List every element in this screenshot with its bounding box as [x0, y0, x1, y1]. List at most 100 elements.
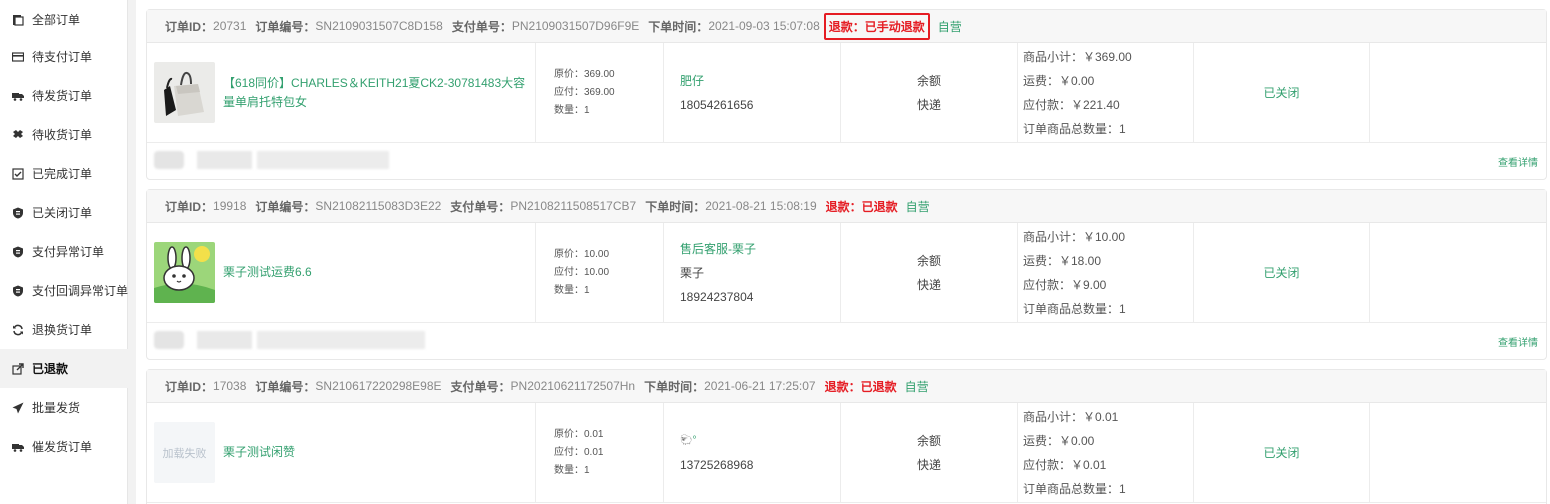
original-price: 原价：10.00 [554, 248, 610, 260]
ship-method: 快递 [916, 457, 941, 472]
sidebar-item-label: 已关闭订单 [32, 206, 93, 220]
sidebar-item-completed[interactable]: 已完成订单 [0, 154, 128, 193]
view-detail-link[interactable]: 查看详情 [1498, 154, 1538, 169]
sidebar-item-label: 已退款 [32, 362, 69, 376]
sidebar-item-pending-receipt[interactable]: 待收货订单 [0, 115, 128, 154]
order-id: 20731 [213, 19, 247, 33]
action-cell [1370, 223, 1546, 322]
status-cell: 已关闭 [1194, 403, 1370, 502]
order-no-label: 订单编号： [255, 19, 316, 34]
status-cell: 已关闭 [1194, 223, 1370, 322]
order-card: 订单ID： 20731 订单编号： SN2109031507C8D158 支付单… [146, 9, 1547, 180]
order-footer: 查看详情 [147, 143, 1546, 179]
card-icon [12, 51, 24, 63]
sidebar-item-pending-shipment[interactable]: 待发货订单 [0, 76, 128, 115]
amount-payable: 应付款：￥9.00 [1023, 277, 1107, 292]
payable-price: 应付：10.00 [554, 266, 610, 278]
sidebar-item-closed[interactable]: 已关闭订单 [0, 193, 128, 232]
order-no-label: 订单编号： [255, 199, 316, 214]
order-no: SN210617220298E98E [315, 379, 442, 393]
product-name-link[interactable]: 栗子测试闲赞 [223, 443, 533, 462]
sidebar-item-payment-exception[interactable]: 支付异常订单 [0, 232, 128, 271]
subtotal: 商品小计：￥369.00 [1023, 49, 1132, 64]
pay-method: 余额 [916, 73, 941, 88]
redacted-block [257, 151, 389, 169]
order-status: 已关闭 [1263, 446, 1300, 460]
product-cell: 加载失败 栗子测试闲赞 [147, 403, 536, 502]
order-no: SN2109031507C8D158 [315, 19, 443, 33]
product-name-link[interactable]: 【618同价】CHARLES＆KEITH21夏CK2-30781483大容量单肩… [223, 74, 533, 112]
order-body: 加载失败 栗子测试闲赞 原价：0.01 应付：0.01 数量：1 🐑° 1372… [147, 403, 1546, 503]
sidebar-item-refunded[interactable]: 已退款 [0, 349, 128, 388]
product-image-failed[interactable]: 加载失败 [154, 422, 215, 483]
sidebar-item-returns[interactable]: 退换货订单 [0, 310, 128, 349]
order-status: 已关闭 [1263, 266, 1300, 280]
view-detail-link[interactable]: 查看详情 [1498, 334, 1538, 349]
buyer-name-link[interactable]: 肥仔 [680, 69, 840, 93]
product-cell: 栗子测试运费6.6 [147, 223, 536, 322]
buyer-phone: 18924237804 [680, 289, 754, 304]
buyer-cell: 肥仔 18054261656 [664, 43, 841, 142]
order-id: 19918 [213, 199, 247, 213]
pay-method: 余额 [916, 253, 941, 268]
product-image[interactable] [154, 62, 215, 123]
redacted-block [197, 151, 252, 169]
order-time: 2021-06-21 17:25:07 [704, 379, 816, 393]
box-icon [12, 129, 24, 141]
status-cell: 已关闭 [1194, 43, 1370, 142]
redacted-block [257, 331, 425, 349]
freight: 运费：￥18.00 [1023, 253, 1102, 268]
subtotal: 商品小计：￥0.01 [1023, 409, 1119, 424]
buyer-phone: 13725268968 [680, 457, 754, 472]
amount-payable: 应付款：￥0.01 [1023, 457, 1107, 472]
order-card: 订单ID： 17038 订单编号： SN210617220298E98E 支付单… [146, 369, 1547, 504]
sidebar-item-label: 待发货订单 [32, 89, 93, 103]
buyer-cell: 售后客服-栗子 栗子 18924237804 [664, 223, 841, 322]
order-header: 订单ID： 17038 订单编号： SN210617220298E98E 支付单… [147, 370, 1546, 403]
buyer-nickname: 栗子 [680, 265, 705, 280]
order-time-label: 下单时间： [645, 199, 706, 214]
buyer-name-link[interactable]: 🐑° [680, 429, 840, 453]
order-body: 【618同价】CHARLES＆KEITH21夏CK2-30781483大容量单肩… [147, 43, 1546, 143]
order-no-label: 订单编号： [255, 379, 316, 394]
price-cell: 原价：10.00 应付：10.00 数量：1 [536, 223, 664, 322]
sidebar-item-all-orders[interactable]: 全部订单 [0, 0, 128, 39]
payable-price: 应付：369.00 [554, 86, 615, 98]
action-cell [1370, 43, 1546, 142]
sidebar: 全部订单 待支付订单 待发货订单 待收货订单 已完成订单 已关闭订单 支付异常订… [0, 0, 128, 504]
summary-cell: 商品小计：￥10.00 运费：￥18.00 应付款：￥9.00 订单商品总数量：… [1018, 223, 1194, 322]
sidebar-item-batch-shipping[interactable]: 批量发货 [0, 388, 128, 427]
original-price: 原价：369.00 [554, 68, 615, 80]
sidebar-item-label: 全部订单 [32, 13, 81, 27]
order-status: 已关闭 [1263, 86, 1300, 100]
sidebar-item-label: 催发货订单 [32, 440, 93, 454]
price-cell: 原价：369.00 应付：369.00 数量：1 [536, 43, 664, 142]
action-cell [1370, 403, 1546, 502]
sidebar-item-pending-payment[interactable]: 待支付订单 [0, 37, 128, 76]
redacted-block [154, 331, 184, 349]
sidebar-divider [128, 0, 136, 504]
buyer-name-link[interactable]: 售后客服-栗子 [680, 237, 840, 261]
quantity: 数量：1 [554, 284, 590, 296]
sidebar-item-callback-exception[interactable]: 支付回调异常订单 [0, 271, 128, 310]
order-id-label: 订单ID： [165, 199, 214, 214]
pay-no-label: 支付单号： [450, 199, 511, 214]
share-icon [12, 362, 24, 375]
price-cell: 原价：0.01 应付：0.01 数量：1 [536, 403, 664, 502]
pay-no-label: 支付单号： [451, 19, 512, 34]
payment-cell: 余额 快递 [841, 43, 1018, 142]
payment-cell: 余额 快递 [841, 403, 1018, 502]
sidebar-item-urge-shipping[interactable]: 催发货订单 [0, 427, 128, 466]
pay-method: 余额 [916, 433, 941, 448]
summary-cell: 商品小计：￥0.01 运费：￥0.00 应付款：￥0.01 订单商品总数量：1 [1018, 403, 1194, 502]
item-count: 订单商品总数量：1 [1023, 121, 1126, 136]
product-image[interactable] [154, 242, 215, 303]
refund-status: 退款：已退款 [825, 199, 898, 214]
truck-icon [12, 441, 24, 453]
payable-price: 应付：0.01 [554, 446, 604, 458]
self-operated-badge: 自营 [937, 19, 962, 34]
item-count: 订单商品总数量：1 [1023, 481, 1126, 496]
product-name-link[interactable]: 栗子测试运费6.6 [223, 263, 533, 282]
order-id-label: 订单ID： [165, 379, 214, 394]
refresh-icon [12, 324, 24, 336]
